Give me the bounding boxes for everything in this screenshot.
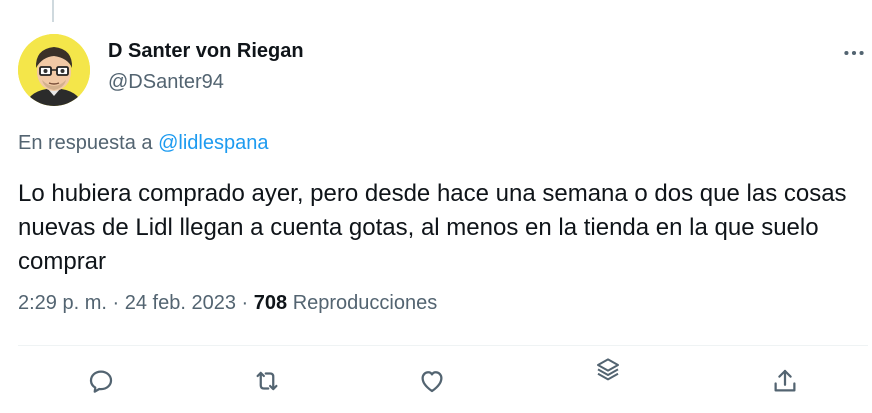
more-options-button[interactable] bbox=[836, 38, 872, 68]
reply-icon bbox=[89, 370, 113, 393]
more-dots-icon bbox=[844, 50, 864, 56]
action-bar-divider bbox=[18, 345, 868, 346]
share-icon bbox=[774, 369, 796, 392]
reply-to-link[interactable]: @lidlespana bbox=[158, 132, 268, 154]
tweet-time[interactable]: 2:29 p. m. bbox=[18, 292, 107, 314]
thread-connector-line bbox=[52, 0, 54, 22]
views-count: 708 bbox=[253, 292, 288, 314]
meta-separator: · bbox=[112, 292, 120, 314]
retweet-icon bbox=[256, 371, 278, 391]
heart-icon bbox=[421, 371, 443, 393]
reply-button[interactable] bbox=[82, 362, 120, 400]
tweet-date[interactable]: 24 feb. 2023 bbox=[125, 292, 236, 314]
share-button[interactable] bbox=[766, 362, 804, 400]
like-button[interactable] bbox=[413, 362, 451, 400]
author-name[interactable]: D Santer von Riegan bbox=[108, 40, 304, 63]
tweet-text: Lo hubiera comprado ayer, pero desde hac… bbox=[18, 180, 847, 275]
tweet-meta: 2:29 p. m. · 24 feb. 2023 · 708 Reproduc… bbox=[18, 292, 437, 315]
views-button[interactable] bbox=[589, 351, 627, 389]
author-handle[interactable]: @DSanter94 bbox=[108, 71, 224, 94]
views-label: Reproducciones bbox=[292, 292, 438, 314]
reply-context: En respuesta a @lidlespana bbox=[18, 132, 268, 155]
avatar[interactable] bbox=[18, 34, 90, 106]
meta-separator: · bbox=[241, 292, 249, 314]
reply-prefix: En respuesta a bbox=[18, 132, 153, 154]
views-layers-icon bbox=[597, 358, 619, 381]
retweet-button[interactable] bbox=[248, 362, 286, 400]
